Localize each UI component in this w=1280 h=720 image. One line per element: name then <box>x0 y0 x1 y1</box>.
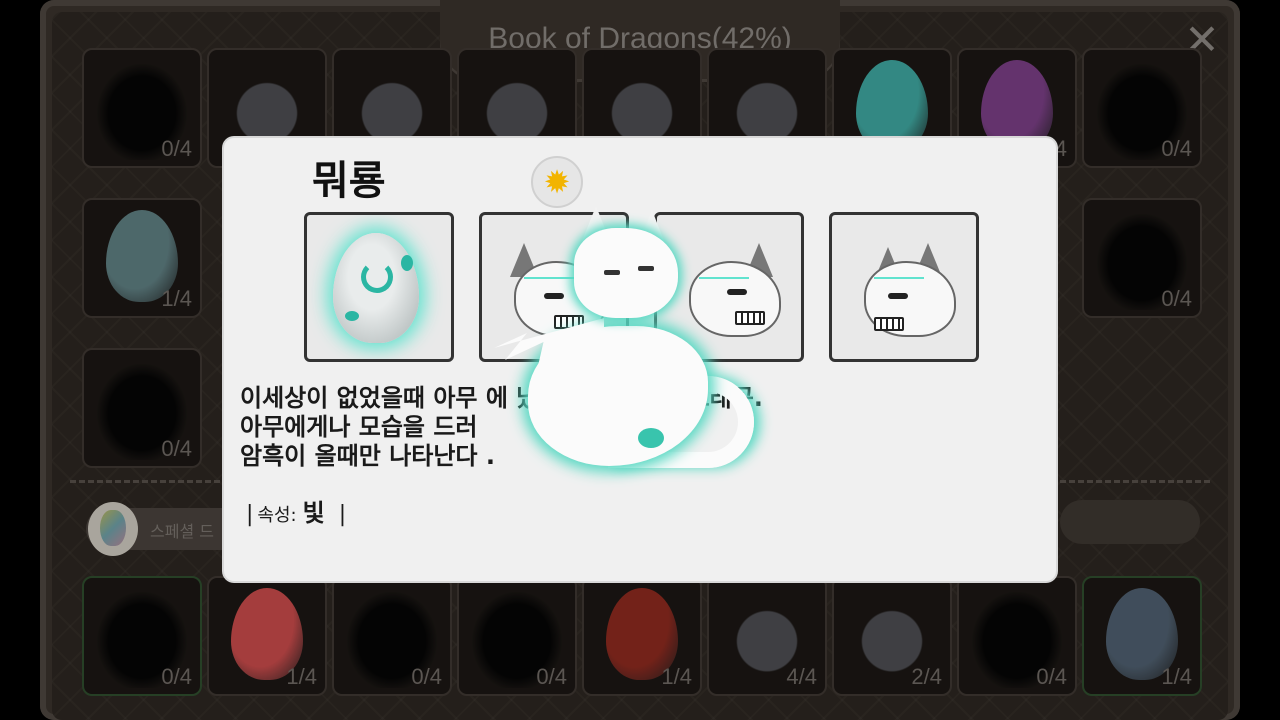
dragon-gem <box>638 428 664 448</box>
sun-icon: ✹ <box>531 156 583 208</box>
glow-line <box>874 277 924 279</box>
attribute-row: | 속성: 빛 | <box>246 493 346 528</box>
dragon-preview-image <box>488 206 754 482</box>
mouth <box>874 317 904 331</box>
dragon-eye <box>604 270 620 275</box>
separator: | <box>246 502 254 527</box>
attribute-value: 빛 <box>302 499 325 527</box>
stage-elder[interactable] <box>829 212 979 362</box>
eye <box>888 293 908 299</box>
stage-egg[interactable] <box>304 212 454 362</box>
mouth <box>735 311 765 325</box>
separator: | <box>338 502 347 527</box>
dragon-face-icon <box>854 243 956 347</box>
dragon-eye <box>638 266 654 271</box>
attribute-label: 속성: <box>257 505 297 526</box>
egg-symbol <box>361 261 393 293</box>
egg-spot <box>401 255 413 271</box>
egg-spot <box>345 311 359 321</box>
dragon-head <box>574 228 678 318</box>
egg-icon <box>333 233 419 343</box>
dragon-name: 뭐룡 <box>312 158 386 204</box>
